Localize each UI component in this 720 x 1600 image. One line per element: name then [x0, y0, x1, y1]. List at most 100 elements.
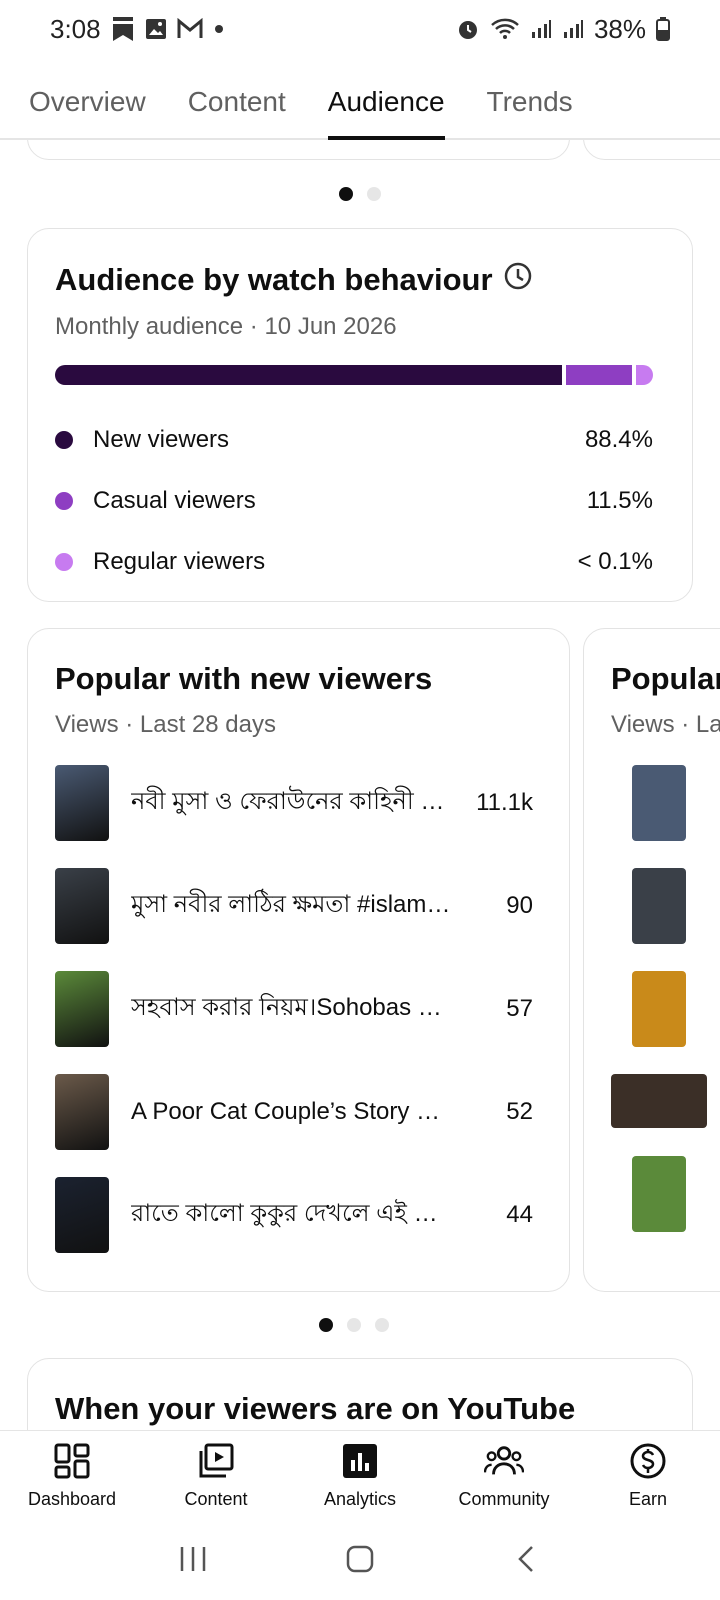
card-subtitle: Views · La [611, 711, 720, 738]
system-navigation [0, 1522, 720, 1600]
video-thumbnail[interactable] [632, 765, 686, 841]
card-subtitle: Monthly audience · 10 Jun 2026 [55, 313, 397, 340]
carousel-dots-top [339, 187, 381, 201]
bar-segment [565, 365, 632, 385]
video-row[interactable]: A Poor Cat Couple’s Story From The Stree… [55, 1074, 533, 1150]
status-bar: 3:08 38% [0, 0, 720, 58]
bar-segment [55, 365, 562, 385]
previous-card-next [583, 140, 720, 160]
legend-label: New viewers [93, 426, 230, 453]
legend-dot [55, 553, 73, 571]
community-icon [484, 1441, 524, 1481]
analytics-tabs: Overview Content Audience Trends [0, 58, 720, 140]
carousel-dot[interactable] [375, 1318, 389, 1332]
previous-card [27, 140, 570, 160]
audience-scroll-area[interactable]: Audience by watch behaviour Monthly audi… [0, 140, 720, 1430]
content-icon [196, 1441, 236, 1481]
alarm-icon [456, 17, 480, 41]
watch-behaviour-bar [55, 365, 653, 385]
video-thumbnail[interactable] [55, 971, 109, 1047]
legend-label: Regular viewers [93, 548, 266, 575]
tab-trends[interactable]: Trends [487, 86, 573, 138]
video-title[interactable]: নবী মুসা ও ফেরাউনের কাহিনী ও জীবনী [131, 783, 453, 823]
video-row[interactable]: নবী মুসা ও ফেরাউনের কাহিনী ও জীবনী 11.1k [55, 765, 533, 841]
video-views: 90 [506, 892, 533, 919]
card-title: Audience by watch behaviour [55, 262, 493, 297]
tab-audience[interactable]: Audience [327, 86, 445, 140]
legend-row-casual: Casual viewers 11.5% [55, 481, 653, 521]
bookmark-icon [111, 15, 135, 43]
battery-icon [656, 17, 670, 41]
battery-percent: 38% [593, 13, 646, 44]
bar-segment [635, 365, 653, 385]
video-title[interactable]: A Poor Cat Couple’s Story From The Stree… [131, 1098, 453, 1126]
bottom-navigation: Dashboard Content Analytics Community Ea… [0, 1430, 720, 1522]
recents-icon[interactable] [178, 1544, 208, 1579]
back-icon[interactable] [512, 1544, 542, 1579]
signal-icon [530, 18, 552, 40]
tab-overview[interactable]: Overview [29, 86, 146, 138]
nav-community[interactable]: Community [432, 1431, 576, 1522]
card-title: Popular [611, 661, 720, 696]
video-row[interactable]: মুসা নবীর লাঠির ক্ষমতা #islamic #shorts … [55, 868, 533, 944]
nav-analytics[interactable]: Analytics [288, 1431, 432, 1522]
gmail-icon [177, 18, 203, 40]
video-title[interactable]: মুসা নবীর লাঠির ক্ষমতা #islamic #shorts [131, 886, 453, 926]
signal-icon [562, 18, 584, 40]
nav-label: Analytics [323, 1489, 397, 1509]
tab-content[interactable]: Content [188, 86, 286, 138]
video-thumbnail[interactable] [632, 971, 686, 1047]
earn-icon [628, 1441, 668, 1481]
wifi-icon [490, 17, 520, 41]
viewers-on-youtube-card[interactable]: When your viewers are on YouTube [27, 1358, 693, 1430]
video-thumbnail[interactable] [55, 1074, 109, 1150]
nav-label: Dashboard [27, 1489, 117, 1509]
video-thumbnail[interactable] [55, 765, 109, 841]
nav-label: Community [458, 1489, 550, 1509]
video-views: 52 [506, 1098, 533, 1125]
carousel-dot[interactable] [319, 1318, 333, 1332]
legend-dot [55, 431, 73, 449]
status-time: 3:08 [50, 13, 101, 44]
dashboard-icon [52, 1441, 92, 1481]
clock-icon[interactable] [503, 261, 533, 299]
legend-row-regular: Regular viewers < 0.1% [55, 542, 653, 582]
video-title[interactable]: সহবাস করার নিয়ম।Sohobas Mas'ala [131, 989, 453, 1029]
carousel-dot[interactable] [347, 1318, 361, 1332]
nav-dashboard[interactable]: Dashboard [0, 1431, 144, 1522]
popular-new-viewers-card[interactable]: Popular with new viewers Views · Last 28… [27, 628, 570, 1292]
card-title: Popular with new viewers [55, 661, 433, 696]
nav-content[interactable]: Content [144, 1431, 288, 1522]
video-title[interactable]: রাতে কালো কুকুর দেখলে এই কাজ করুন [131, 1195, 453, 1235]
video-views: 57 [506, 995, 533, 1022]
home-icon[interactable] [345, 1544, 375, 1579]
carousel-dot[interactable] [367, 187, 381, 201]
video-thumbnail[interactable] [55, 868, 109, 944]
video-views: 11.1k [476, 789, 533, 816]
watch-behaviour-card: Audience by watch behaviour Monthly audi… [27, 228, 693, 602]
nav-earn[interactable]: Earn [576, 1431, 720, 1522]
video-thumbnail[interactable] [632, 1156, 686, 1232]
video-thumbnail[interactable] [632, 868, 686, 944]
video-views: 44 [506, 1201, 533, 1228]
legend-row-new: New viewers 88.4% [55, 420, 653, 460]
legend-value: < 0.1% [577, 548, 653, 575]
nav-label: Content [184, 1489, 248, 1509]
legend-label: Casual viewers [93, 487, 256, 514]
nav-label: Earn [628, 1489, 668, 1509]
carousel-dots-bottom [319, 1318, 389, 1332]
card-title: When your viewers are on YouTube [55, 1391, 576, 1426]
analytics-icon [340, 1441, 380, 1481]
video-thumbnail[interactable] [611, 1074, 707, 1128]
popular-next-card[interactable]: Popular Views · La [583, 628, 720, 1292]
video-thumbnail[interactable] [55, 1177, 109, 1253]
legend-value: 88.4% [584, 426, 653, 453]
image-icon [145, 18, 167, 40]
dot-icon [213, 23, 225, 35]
watch-behaviour-title-row: Audience by watch behaviour [55, 261, 533, 299]
video-row[interactable]: সহবাস করার নিয়ম।Sohobas Mas'ala 57 [55, 971, 533, 1047]
video-row[interactable]: রাতে কালো কুকুর দেখলে এই কাজ করুন 44 [55, 1177, 533, 1253]
legend-value: 11.5% [586, 487, 653, 514]
legend-dot [55, 492, 73, 510]
carousel-dot[interactable] [339, 187, 353, 201]
